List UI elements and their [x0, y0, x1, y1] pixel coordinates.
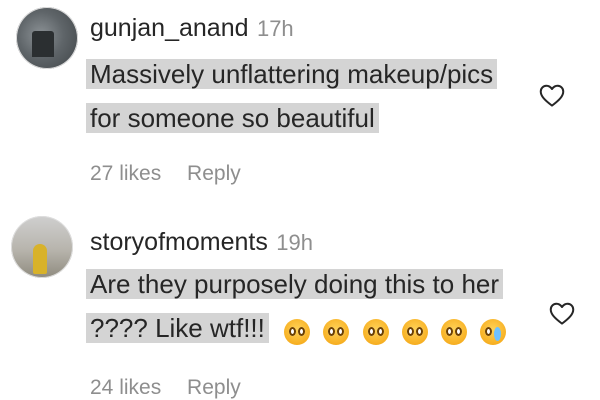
avatar[interactable] — [11, 216, 73, 278]
anguished-face-icon — [441, 319, 468, 346]
heart-outline-icon[interactable] — [547, 298, 577, 328]
comment-header: gunjan_anand 17h — [90, 14, 294, 43]
timestamp[interactable]: 19h — [276, 230, 313, 255]
comment-header: storyofmoments 19h — [90, 228, 313, 257]
comment-actions: 27 likes Reply — [90, 162, 241, 186]
reply-button[interactable]: Reply — [187, 162, 241, 185]
comment-text-line: ???? Like wtf!!! — [86, 313, 269, 343]
anguished-face-icon — [362, 319, 389, 346]
comment-text: Are they purposely doing this to her ???… — [86, 262, 512, 352]
emoji-group — [284, 308, 512, 352]
likes-count[interactable]: 24 likes — [90, 376, 161, 399]
comment-text-line: for someone so beautiful — [86, 103, 379, 133]
heart-outline-icon[interactable] — [537, 80, 567, 110]
anguished-face-icon — [401, 319, 428, 346]
username[interactable]: storyofmoments — [90, 228, 268, 256]
username[interactable]: gunjan_anand — [90, 14, 249, 42]
likes-count[interactable]: 27 likes — [90, 162, 161, 185]
comment-text-line: Are they purposely doing this to her — [86, 269, 504, 299]
comment: storyofmoments 19h Are they purposely do… — [0, 210, 600, 400]
anguished-face-icon — [284, 319, 311, 346]
timestamp[interactable]: 17h — [257, 16, 294, 41]
avatar[interactable] — [16, 7, 78, 69]
anguished-face-icon — [323, 319, 350, 346]
comment: gunjan_anand 17h Massively unflattering … — [0, 0, 600, 200]
loudly-crying-face-icon — [480, 319, 507, 346]
comment-text-line: Massively unflattering makeup/pics — [86, 59, 498, 89]
comment-actions: 24 likes Reply — [90, 376, 241, 400]
reply-button[interactable]: Reply — [187, 376, 241, 399]
comment-text: Massively unflattering makeup/pics for s… — [86, 52, 498, 140]
